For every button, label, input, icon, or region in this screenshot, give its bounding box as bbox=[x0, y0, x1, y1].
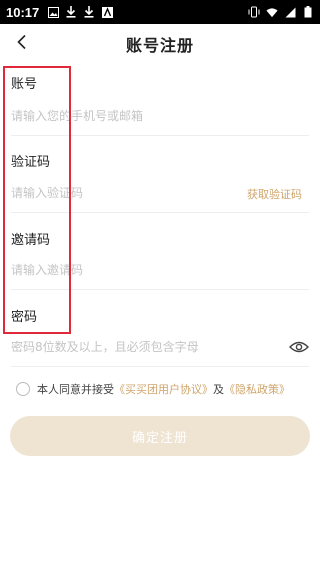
header: 账号注册 bbox=[0, 24, 320, 64]
status-bar: 10:17 bbox=[0, 0, 320, 24]
wifi-icon bbox=[266, 6, 278, 18]
divider bbox=[11, 366, 309, 367]
submit-button[interactable]: 确定注册 bbox=[10, 416, 310, 456]
signal-icon bbox=[284, 6, 296, 18]
vibrate-icon bbox=[248, 6, 260, 18]
privacy-policy-link[interactable]: 《隐私政策》 bbox=[224, 381, 290, 397]
page-title: 账号注册 bbox=[125, 36, 194, 55]
back-button[interactable] bbox=[10, 32, 34, 56]
user-agreement-link[interactable]: 《买买团用户协议》 bbox=[114, 381, 213, 397]
download-icon bbox=[83, 6, 95, 18]
code-label: 验证码 bbox=[11, 155, 51, 170]
code-input[interactable] bbox=[11, 181, 231, 205]
agreement-and: 及 bbox=[213, 383, 224, 396]
back-arrow-icon bbox=[16, 34, 28, 54]
download-icon bbox=[65, 6, 77, 18]
divider bbox=[11, 135, 309, 136]
battery-icon bbox=[302, 6, 314, 18]
divider bbox=[11, 289, 309, 290]
status-time: 10:17 bbox=[6, 4, 40, 20]
password-input[interactable] bbox=[11, 335, 281, 359]
notification-icons bbox=[47, 6, 113, 18]
password-label: 密码 bbox=[11, 310, 38, 325]
invite-label: 邀请码 bbox=[11, 233, 51, 248]
app-icon bbox=[101, 6, 113, 18]
get-code-button[interactable]: 获取验证码 bbox=[247, 186, 302, 202]
agreement-prefix: 本人同意并接受 bbox=[37, 383, 114, 396]
divider bbox=[11, 212, 309, 213]
system-icons bbox=[248, 6, 314, 18]
invite-input[interactable] bbox=[11, 258, 301, 282]
eye-icon[interactable] bbox=[288, 339, 310, 355]
image-icon bbox=[47, 6, 59, 18]
account-label: 账号 bbox=[11, 77, 38, 92]
agreement: 本人同意并接受 《买买团用户协议》 及 《隐私政策》 bbox=[16, 381, 290, 397]
account-input[interactable] bbox=[11, 104, 301, 128]
agreement-checkbox[interactable] bbox=[16, 382, 30, 396]
